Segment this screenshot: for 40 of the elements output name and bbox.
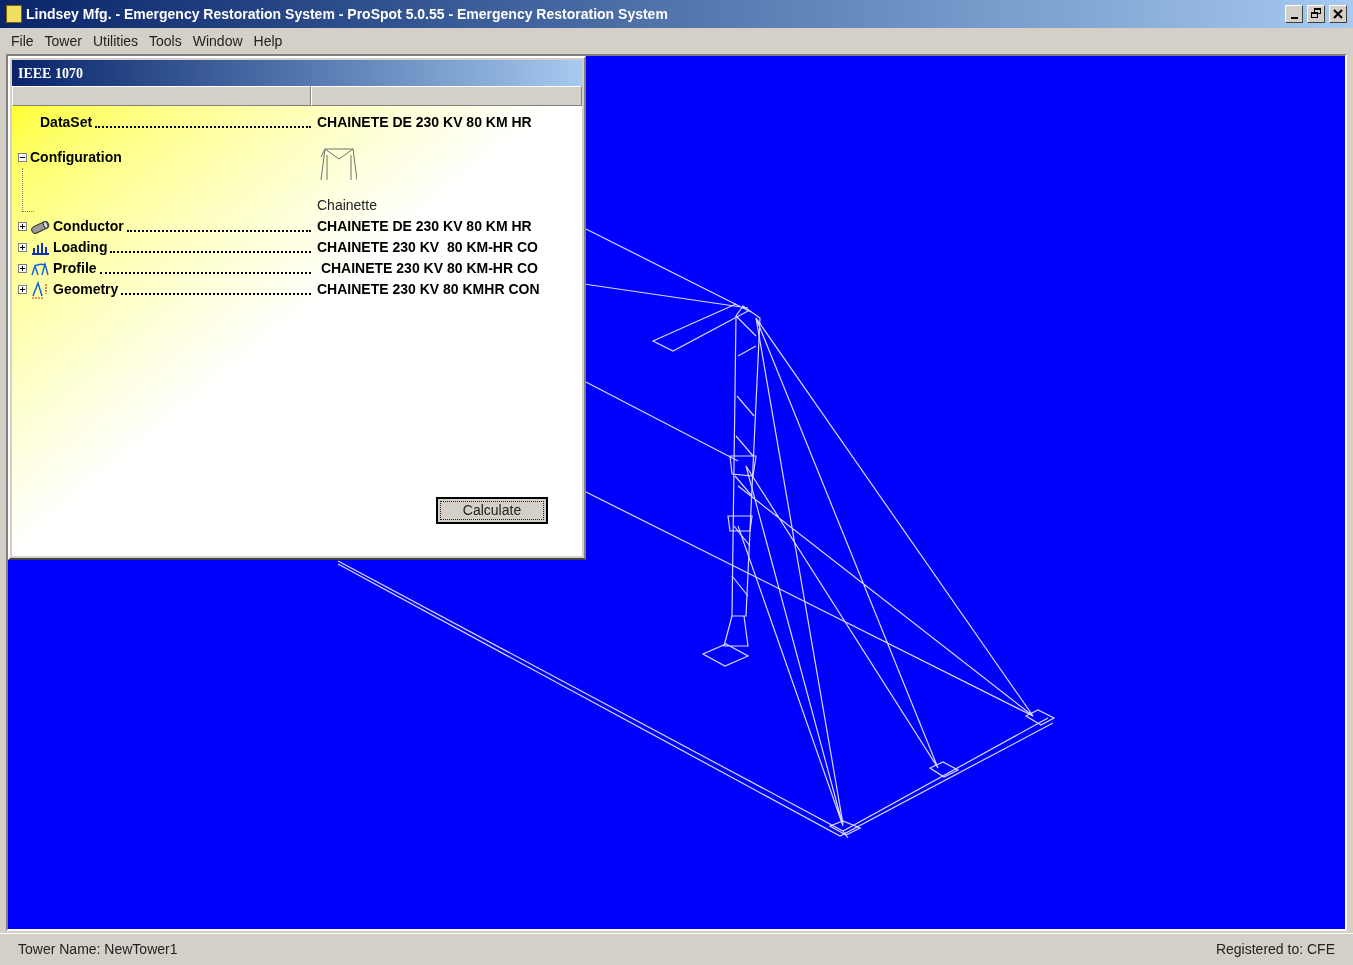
property-value: CHAINETE 230 KV 80 KMHR CON <box>316 280 540 299</box>
property-label[interactable]: Geometry <box>53 279 119 300</box>
property-label[interactable]: Profile <box>53 258 97 279</box>
property-value: CHAINETE 230 KV 80 KM-HR CO <box>319 259 538 278</box>
property-label[interactable]: Configuration <box>30 147 122 168</box>
expand-icon[interactable] <box>18 243 27 252</box>
property-value: CHAINETE DE 230 KV 80 KM HR <box>316 217 532 236</box>
status-text: Tower Name: NewTower1 <box>18 940 178 959</box>
column-header[interactable] <box>12 86 311 106</box>
collapse-icon[interactable] <box>18 153 27 162</box>
property-label[interactable]: Conductor <box>53 216 124 237</box>
expand-icon[interactable] <box>18 264 27 273</box>
span-profile-icon <box>30 261 50 276</box>
expand-icon[interactable] <box>18 285 27 294</box>
status-text: Registered to: CFE <box>1215 940 1335 959</box>
app-icon <box>6 5 22 23</box>
property-label[interactable]: DataSet <box>40 112 93 133</box>
menu-item[interactable]: Tower <box>39 30 87 52</box>
menu-item[interactable]: Tools <box>144 30 187 52</box>
minimize-button[interactable] <box>1285 5 1303 23</box>
expand-icon[interactable] <box>18 222 27 231</box>
calculate-button[interactable]: Calculate <box>436 497 548 524</box>
column-header[interactable] <box>311 86 582 106</box>
bar-chart-icon <box>30 240 50 255</box>
menu-item[interactable]: Window <box>187 30 248 52</box>
restore-button[interactable] <box>1307 5 1325 23</box>
property-value: CHAINETE 230 KV 80 KM-HR CO <box>316 238 538 257</box>
close-icon <box>1333 9 1343 19</box>
tower-geometry-icon <box>30 280 50 299</box>
dialog-title: IEEE 1070 <box>18 64 83 83</box>
property-value: CHAINETE DE 230 KV 80 KM HR <box>316 113 532 132</box>
catenary-structure-icon <box>317 147 357 181</box>
menu-item[interactable]: File <box>6 30 39 52</box>
close-button[interactable] <box>1329 5 1347 23</box>
configuration-caption: Chainette <box>317 196 377 215</box>
menu-item[interactable]: Utilities <box>87 30 144 52</box>
menu-item[interactable]: Help <box>248 30 288 52</box>
property-label[interactable]: Loading <box>53 237 108 258</box>
cable-icon <box>30 219 50 234</box>
window-title: Lindsey Mfg. - Emergency Restoration System - ProSpot 5.0.55 - Emergency Restoration System <box>26 4 668 24</box>
